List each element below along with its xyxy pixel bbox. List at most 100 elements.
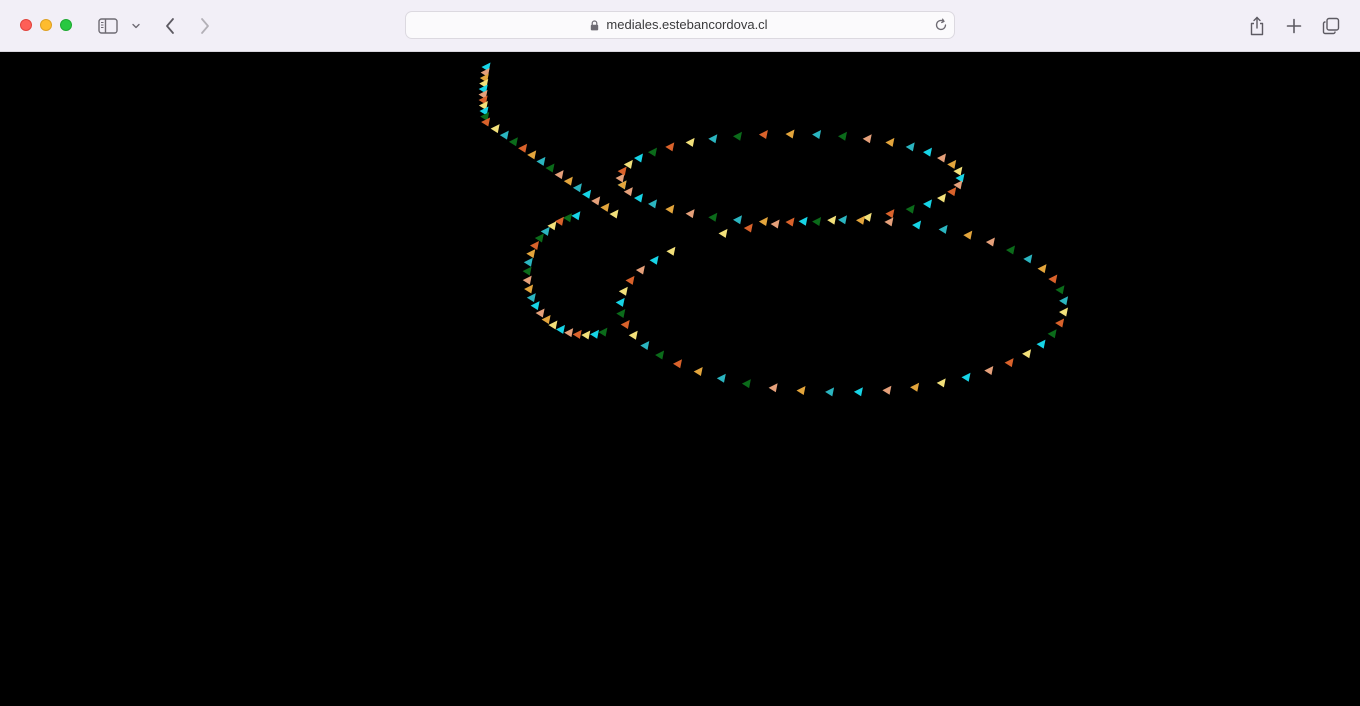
trail-triangle [556, 324, 565, 334]
trail-triangle [947, 187, 957, 197]
trail-triangle [618, 286, 628, 296]
trail-triangle [530, 301, 540, 311]
trail-triangle [733, 215, 742, 225]
trail-triangle [1023, 254, 1033, 264]
trail-triangle [838, 215, 847, 225]
trail-triangle [885, 137, 895, 147]
trail-triangle [923, 199, 932, 209]
trail-triangle [862, 134, 872, 144]
trail-triangle [685, 137, 695, 147]
trail-triangle [741, 379, 751, 389]
trail-triangle [885, 209, 895, 219]
trail-triangle [655, 350, 665, 360]
page-canvas[interactable] [1, 52, 1359, 706]
trail-triangle [534, 233, 544, 243]
trail-triangle [616, 309, 626, 318]
trail-triangle [563, 213, 572, 223]
trail-triangle [571, 211, 581, 221]
trail-triangle [798, 216, 808, 226]
trail-triangle [649, 255, 659, 265]
trail-triangle [1059, 296, 1069, 306]
trail-triangle [625, 275, 635, 285]
trail-triangle [758, 130, 768, 139]
trail-triangle [1055, 285, 1065, 295]
trail-triangle [838, 131, 847, 141]
trail-triangle [634, 153, 643, 163]
trail-triangle [733, 131, 742, 141]
trail-triangle [1022, 349, 1032, 359]
trail-triangle [708, 212, 718, 222]
trail-triangle [827, 215, 837, 225]
trail-triangle [910, 382, 920, 392]
trail-triangle [572, 329, 582, 339]
animated-triangle-trail [478, 62, 1069, 397]
trail-triangle [685, 209, 695, 219]
trail-triangle [522, 266, 532, 276]
trail-triangle [640, 341, 650, 350]
trail-triangle [785, 217, 795, 227]
trail-triangle [518, 143, 528, 153]
trail-triangle [526, 293, 536, 303]
trail-triangle [905, 142, 915, 152]
trail-triangle [563, 176, 573, 186]
trail-triangle [490, 124, 500, 134]
trail-triangle [1006, 245, 1015, 255]
trail-triangle [812, 217, 822, 226]
trail-triangle [554, 216, 564, 226]
trail-triangle [590, 329, 599, 339]
trail-triangle [985, 237, 995, 247]
trail-triangle [693, 367, 703, 376]
trail-triangle [984, 366, 994, 375]
trail-triangle [1036, 339, 1046, 349]
trail-triangle [600, 202, 610, 212]
trail-triangle [582, 189, 592, 199]
trail-triangle [718, 228, 728, 238]
trail-triangle [564, 328, 574, 338]
trail-triangle [936, 378, 946, 388]
trail-triangle [598, 327, 608, 337]
trail-triangle [1059, 307, 1068, 317]
trail-triangle [548, 320, 558, 330]
trail-triangle [572, 183, 582, 193]
trail-triangle [634, 193, 643, 203]
trail-triangle [581, 330, 591, 340]
trail-triangle [1048, 274, 1058, 284]
trail-triangle [856, 215, 865, 225]
trail-triangle [708, 134, 718, 144]
trail-triangle [938, 224, 948, 234]
trail-triangle [665, 142, 675, 152]
trail-triangle [963, 230, 973, 240]
trail-triangle [554, 170, 564, 180]
trail-triangle [825, 387, 835, 397]
trail-triangle [812, 130, 822, 139]
trail-triangle [905, 204, 915, 214]
trail-triangle [620, 320, 630, 329]
trail-triangle [768, 383, 778, 393]
trail-triangle [508, 137, 518, 147]
trail-triangle [609, 209, 619, 219]
trail-triangle [499, 130, 509, 140]
trail-triangle [665, 204, 675, 214]
trail-triangle [758, 217, 768, 226]
trail-triangle [536, 156, 546, 166]
trail-triangle [666, 246, 676, 256]
trail-triangle [615, 297, 625, 307]
trail-triangle [623, 187, 633, 197]
trail-triangle [545, 163, 555, 173]
trail-triangle [617, 166, 627, 176]
trail-triangle [912, 220, 922, 230]
trail-triangle [524, 284, 534, 294]
trail-triangle [882, 385, 892, 395]
trail-triangle [716, 373, 726, 383]
trail-triangle [673, 359, 682, 369]
browser-window: mediales.estebancordova.cl [0, 0, 1360, 706]
trail-triangle [628, 330, 638, 340]
trail-triangle [648, 147, 657, 157]
trail-triangle [535, 308, 545, 318]
trail-triangle [937, 153, 946, 163]
trail-triangle [947, 159, 957, 169]
trail-triangle [615, 173, 625, 183]
trail-triangle [853, 387, 863, 397]
trail-triangle [884, 217, 894, 227]
trail-triangle [523, 257, 533, 267]
